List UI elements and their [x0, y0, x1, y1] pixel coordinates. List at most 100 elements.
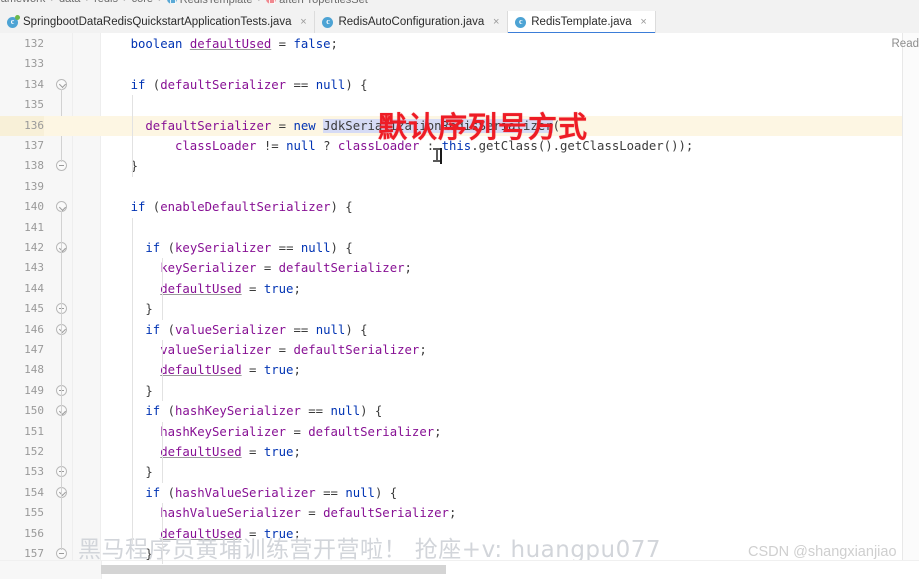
- line-number: 154: [24, 485, 44, 499]
- code-line-text[interactable]: hashValueSerializer = defaultSerializer;: [101, 503, 456, 523]
- line-number: 148: [24, 363, 44, 377]
- code-line-text[interactable]: keySerializer = defaultSerializer;: [101, 258, 412, 278]
- text-caret: [440, 148, 442, 164]
- line-number: 143: [24, 261, 44, 275]
- breadcrumb-item[interactable]: afterPropertiesSet: [266, 0, 368, 6]
- code-line-row[interactable]: 154 if (hashValueSerializer == null) {: [0, 483, 919, 503]
- code-line-text[interactable]: }: [101, 381, 152, 401]
- editor-error-stripe[interactable]: [903, 33, 919, 561]
- code-line-text[interactable]: if (valueSerializer == null) {: [101, 320, 367, 340]
- line-number: 140: [24, 200, 44, 214]
- code-line-text[interactable]: if (keySerializer == null) {: [101, 238, 352, 258]
- breadcrumb-item[interactable]: framework: [0, 0, 45, 5]
- method-icon: [266, 0, 277, 4]
- editor-tab[interactable]: RedisAutoConfiguration.java ×: [315, 11, 509, 33]
- breadcrumb-separator: ›: [80, 0, 94, 5]
- code-line-row[interactable]: 143 keySerializer = defaultSerializer;: [0, 258, 919, 278]
- code-line-row[interactable]: 149}: [0, 381, 919, 401]
- code-line-text[interactable]: if (hashKeySerializer == null) {: [101, 401, 382, 421]
- code-line-text[interactable]: defaultUsed = true;: [101, 360, 301, 380]
- indent-guide: [162, 421, 163, 483]
- breadcrumb-item[interactable]: RedisTemplate: [166, 0, 253, 6]
- code-line-text[interactable]: }: [101, 299, 152, 319]
- line-number: 151: [24, 424, 44, 438]
- code-line-row[interactable]: 145}: [0, 299, 919, 319]
- code-line-row[interactable]: 140 if (enableDefaultSerializer) {: [0, 197, 919, 217]
- code-line-row[interactable]: 141: [0, 218, 919, 238]
- code-line-row[interactable]: 138}: [0, 156, 919, 176]
- line-number: 135: [24, 98, 44, 112]
- editor-tab-label: RedisAutoConfiguration.java: [338, 16, 485, 28]
- code-line-row[interactable]: 147 valueSerializer = defaultSerializer;: [0, 340, 919, 360]
- h-scroll-thumb[interactable]: [101, 565, 446, 574]
- line-number: 139: [24, 179, 44, 193]
- code-line-row[interactable]: 151 hashKeySerializer = defaultSerializer…: [0, 422, 919, 442]
- code-line-row[interactable]: 133: [0, 54, 919, 74]
- editor-tab[interactable]: SpringbootDataRedisQuickstartApplication…: [0, 11, 316, 33]
- editor-tab-strip[interactable]: SpringbootDataRedisQuickstartApplication…: [0, 11, 919, 34]
- reader-mode-hint: Read: [891, 38, 919, 50]
- breadcrumb-separator: ›: [45, 0, 59, 5]
- line-number: 136: [0, 115, 44, 136]
- code-line-row[interactable]: 142 if (keySerializer == null) {: [0, 238, 919, 258]
- code-line-row[interactable]: 148 defaultUsed = true;: [0, 360, 919, 380]
- code-editor[interactable]: 132 boolean defaultUsed = false; 133 134 if …: [0, 33, 919, 561]
- code-line-text[interactable]: defaultUsed = true;: [101, 279, 301, 299]
- line-number: 157: [24, 547, 44, 560]
- breadcrumb-item-label: framework: [0, 0, 45, 5]
- breadcrumb-item-label: RedisTemplate: [179, 0, 253, 6]
- close-icon[interactable]: ×: [639, 17, 649, 28]
- code-line-row[interactable]: 132 boolean defaultUsed = false;: [0, 34, 919, 54]
- breadcrumb-separator: ›: [153, 0, 167, 5]
- close-icon[interactable]: ×: [298, 17, 308, 28]
- line-number: 146: [24, 322, 44, 336]
- line-number: 133: [24, 57, 44, 71]
- java-class-icon: [515, 16, 527, 28]
- code-line-text[interactable]: if (enableDefaultSerializer) {: [101, 197, 353, 217]
- line-number: 152: [24, 445, 44, 458]
- code-line-text[interactable]: if (defaultSerializer == null) {: [101, 75, 368, 95]
- code-line-row[interactable]: 139: [0, 177, 919, 197]
- code-line-row[interactable]: 146 if (valueSerializer == null) {: [0, 320, 919, 340]
- class-icon: [166, 0, 177, 4]
- breadcrumb-item[interactable]: data: [59, 0, 80, 5]
- line-number: 134: [24, 77, 44, 91]
- code-line-row[interactable]: 155 hashValueSerializer = defaultSerializ…: [0, 503, 919, 523]
- code-line-text[interactable]: defaultUsed = true;: [101, 442, 301, 462]
- scrollbar-gutter-pad: [0, 561, 102, 579]
- line-number: 137: [24, 139, 44, 152]
- line-number: 132: [24, 37, 44, 50]
- code-line-text[interactable]: }: [101, 462, 152, 482]
- code-line-row[interactable]: 144 defaultUsed = true;: [0, 279, 919, 299]
- line-number: 145: [24, 302, 44, 316]
- line-number: 144: [24, 281, 44, 295]
- close-icon[interactable]: ×: [491, 17, 501, 28]
- horizontal-scrollbar[interactable]: [0, 560, 919, 579]
- line-number: 138: [24, 159, 44, 173]
- indent-guide: [132, 95, 133, 177]
- code-line-row[interactable]: 153}: [0, 462, 919, 482]
- breadcrumb-item-label: afterPropertiesSet: [279, 0, 368, 6]
- indent-guide: [132, 217, 133, 544]
- breadcrumb-item-label: data: [59, 0, 80, 5]
- breadcrumb-item[interactable]: core: [132, 0, 153, 5]
- editor-tab-label: RedisTemplate.java: [531, 16, 632, 28]
- code-line-row[interactable]: 152 defaultUsed = true;: [0, 442, 919, 462]
- editor-tab[interactable]: RedisTemplate.java ×: [508, 11, 656, 34]
- code-line-text[interactable]: boolean defaultUsed = false;: [101, 34, 338, 54]
- line-number: 155: [24, 506, 44, 520]
- breadcrumb-item-label: redis: [94, 0, 118, 5]
- editor-tab-label: SpringbootDataRedisQuickstartApplication…: [23, 16, 292, 28]
- breadcrumb-separator: ›: [118, 0, 132, 5]
- code-line-text[interactable]: if (hashValueSerializer == null) {: [101, 483, 397, 503]
- code-line-row[interactable]: 150 if (hashKeySerializer == null) {: [0, 401, 919, 421]
- code-line-text[interactable]: valueSerializer = defaultSerializer;: [101, 340, 427, 360]
- csdn-watermark: CSDN @shangxianjiao: [748, 544, 897, 560]
- code-line-row[interactable]: 134 if (defaultSerializer == null) {: [0, 75, 919, 95]
- breadcrumb-item[interactable]: redis: [94, 0, 118, 5]
- line-number: 147: [24, 343, 44, 356]
- breadcrumb-separator: ›: [252, 0, 266, 5]
- code-line-text[interactable]: hashKeySerializer = defaultSerializer;: [101, 422, 441, 442]
- red-annotation-text: 默认序列号方式: [378, 110, 589, 144]
- line-number: 149: [24, 383, 44, 397]
